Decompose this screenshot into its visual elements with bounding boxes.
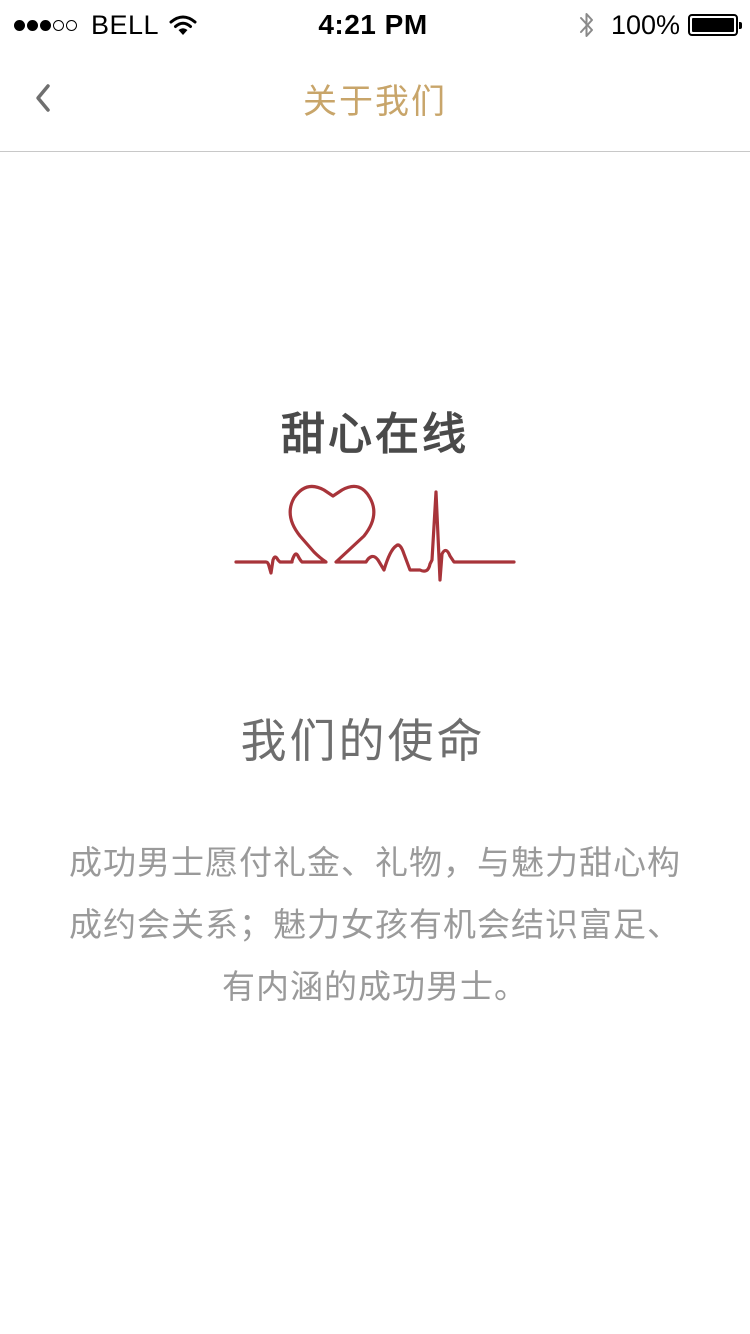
battery-percent: 100% (610, 9, 680, 40)
battery-cap (739, 22, 742, 29)
page-title: 关于我们 (303, 82, 447, 122)
heartbeat-heart-icon (234, 484, 516, 582)
bluetooth-icon (579, 13, 593, 37)
mission-heading: 我们的使命 (240, 714, 486, 768)
brand-name: 甜心在线 (281, 409, 469, 460)
battery-icon (688, 14, 742, 36)
battery-fill (692, 18, 734, 32)
status-right: 100% (577, 8, 742, 42)
status-bar: BELL 4:21 PM 100% (0, 0, 750, 50)
mission-description: 成功男士愿付礼金、礼物，与魅力甜心构成约会关系；魅力女孩有机会结识富足、有内涵的… (69, 843, 681, 1006)
status-time: 4:21 PM (318, 9, 428, 40)
nav-bar: 关于我们 (0, 50, 750, 152)
